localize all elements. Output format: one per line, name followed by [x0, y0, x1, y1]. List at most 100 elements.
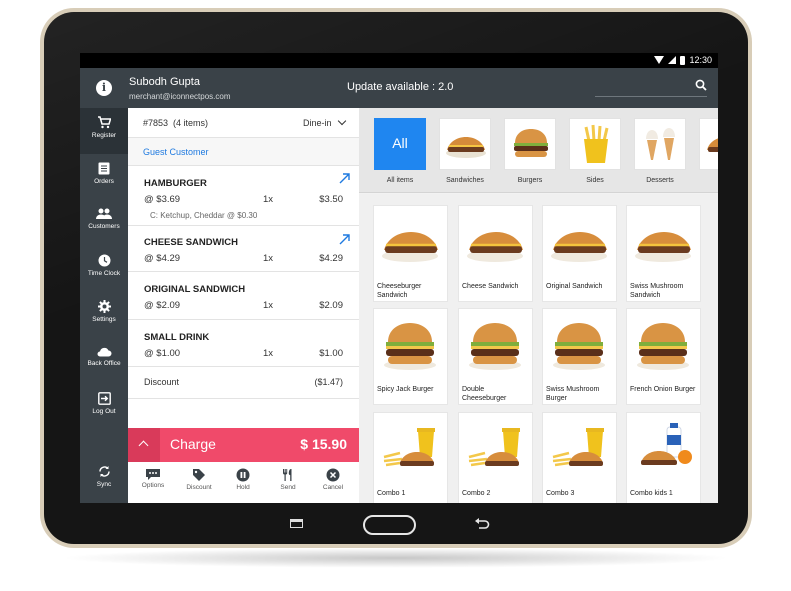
search-input[interactable] [595, 96, 707, 97]
sidebar-nav: Register Orders Customers Time Clock Set… [80, 108, 128, 503]
logout-icon [97, 392, 111, 405]
recent-apps-icon[interactable] [290, 519, 303, 528]
cart-line-item[interactable]: CHEESE SANDWICH @ $4.29 1x $4.29 [128, 226, 359, 272]
product-name: Original Sandwich [546, 283, 603, 290]
order-type-select[interactable]: Dine-in [303, 118, 332, 128]
send-button[interactable]: Send [265, 462, 311, 503]
cancel-icon [326, 468, 340, 482]
product-card[interactable]: Combo 3 [542, 412, 617, 503]
expand-arrow-icon[interactable] [339, 234, 350, 245]
status-time: 12:30 [689, 55, 712, 65]
product-card[interactable]: French Onion Burger [626, 308, 701, 405]
cart-actions: Options Discount Hold Send Cancel [128, 462, 359, 503]
product-card[interactable]: Swiss Mushroom Burger [542, 308, 617, 405]
customer-row[interactable]: Guest Customer [128, 138, 359, 166]
category-sandwiches[interactable]: Sandwiches [439, 118, 491, 184]
category-strip: All All items Sandwiches Burgers Sides D… [359, 108, 718, 193]
product-card[interactable]: Cheese Sandwich [458, 205, 533, 302]
item-name: CHEESE SANDWICH [144, 237, 238, 248]
tag-icon [193, 469, 205, 481]
item-modifiers: C: Ketchup, Cheddar @ $0.30 [150, 211, 258, 220]
product-name: Cheese Sandwich [462, 283, 519, 290]
category-desserts[interactable]: Desserts [634, 118, 686, 184]
charge-button[interactable]: Charge $ 15.90 [128, 428, 359, 462]
product-card[interactable]: Combo 1 [373, 412, 448, 503]
combo-image [374, 413, 447, 486]
category-label: Desserts [646, 177, 674, 184]
item-qty: 1x [263, 253, 274, 264]
sync-icon [98, 466, 110, 477]
category-more[interactable] [699, 118, 718, 170]
cancel-button[interactable]: Cancel [310, 462, 356, 503]
sidebar-item-sync[interactable]: Sync [80, 457, 128, 503]
sidebar-item-time-clock[interactable]: Time Clock [80, 246, 128, 292]
product-card[interactable]: Combo 2 [458, 412, 533, 503]
home-button[interactable] [363, 515, 416, 535]
product-card[interactable]: Original Sandwich [542, 205, 617, 302]
sidebar-item-settings[interactable]: Settings [80, 292, 128, 338]
product-name: Swiss Mushroom Sandwich [630, 283, 684, 299]
cart-line-item[interactable]: HAMBURGER @ $3.69 1x $3.50 C: Ketchup, C… [128, 166, 359, 226]
action-label: Send [280, 484, 296, 491]
search-icon[interactable] [695, 79, 707, 91]
burger-image [459, 309, 532, 382]
product-name: French Onion Burger [630, 386, 696, 393]
item-qty: 1x [263, 348, 274, 359]
clock-icon [98, 254, 110, 267]
category-label: All items [386, 177, 414, 184]
hold-button[interactable]: Hold [220, 462, 266, 503]
burger-image [374, 309, 447, 382]
item-total: $1.00 [319, 348, 343, 359]
update-notice[interactable]: Update available : 2.0 [347, 81, 453, 93]
item-total: $2.09 [319, 300, 343, 311]
cart-line-item[interactable]: SMALL DRINK @ $1.00 1x $1.00 [128, 320, 359, 367]
product-card[interactable]: Swiss Mushroom Sandwich [626, 205, 701, 302]
burger-image [627, 309, 700, 382]
cart-panel: #7853 (4 items) Dine-in Guest Customer H… [128, 108, 359, 503]
kids-image [627, 413, 700, 486]
category-all[interactable]: All All items [374, 118, 426, 184]
action-label: Discount [186, 484, 212, 491]
cart-icon [98, 116, 111, 129]
category-sides[interactable]: Sides [569, 118, 621, 184]
cart-line-item[interactable]: ORIGINAL SANDWICH @ $2.09 1x $2.09 [128, 272, 359, 320]
product-card[interactable]: Spicy Jack Burger [373, 308, 448, 405]
item-qty: 1x [263, 300, 274, 311]
charge-total: $ 15.90 [300, 436, 347, 452]
sidebar-item-back-office[interactable]: Back Office [80, 338, 128, 384]
user-name: Subodh Gupta [129, 76, 200, 88]
category-burgers[interactable]: Burgers [504, 118, 556, 184]
fork-knife-icon [283, 469, 292, 481]
options-button[interactable]: Options [130, 462, 176, 503]
sandwich-image [699, 118, 718, 170]
sidebar-item-orders[interactable]: Orders [80, 154, 128, 200]
product-card[interactable]: Cheeseburger Sandwich [373, 205, 448, 302]
product-card[interactable]: Combo kids 1 [626, 412, 701, 503]
info-icon[interactable]: i [96, 80, 112, 96]
chevron-down-icon[interactable] [337, 116, 347, 126]
item-unit-price: @ $4.29 [144, 253, 181, 264]
category-label: Burgers [517, 177, 543, 184]
sandwich-image [627, 206, 700, 279]
sidebar-item-register[interactable]: Register [80, 108, 128, 154]
sandwich-image [459, 206, 532, 279]
burger-image [543, 309, 616, 382]
sidebar-item-customers[interactable]: Customers [80, 200, 128, 246]
orders-icon [98, 162, 110, 175]
product-card[interactable]: Double Cheeseburger [458, 308, 533, 405]
back-icon[interactable] [474, 517, 490, 531]
pause-icon [236, 468, 250, 482]
product-grid: Cheeseburger Sandwich Cheese Sandwich Orig… [359, 194, 718, 503]
sidebar-item-label: Sync [96, 481, 112, 488]
item-unit-price: @ $1.00 [144, 348, 181, 359]
discount-row[interactable]: Discount ($1.47) [128, 367, 359, 399]
combo-image [459, 413, 532, 486]
sidebar-item-log-out[interactable]: Log Out [80, 384, 128, 430]
status-bar: 12:30 [80, 53, 718, 68]
expand-arrow-icon[interactable] [339, 173, 350, 184]
discount-button[interactable]: Discount [176, 462, 222, 503]
customer-name[interactable]: Guest Customer [143, 147, 209, 157]
product-name: Double Cheeseburger [462, 386, 507, 402]
item-qty: 1x [263, 194, 274, 205]
expand-totals-button[interactable] [128, 428, 160, 462]
